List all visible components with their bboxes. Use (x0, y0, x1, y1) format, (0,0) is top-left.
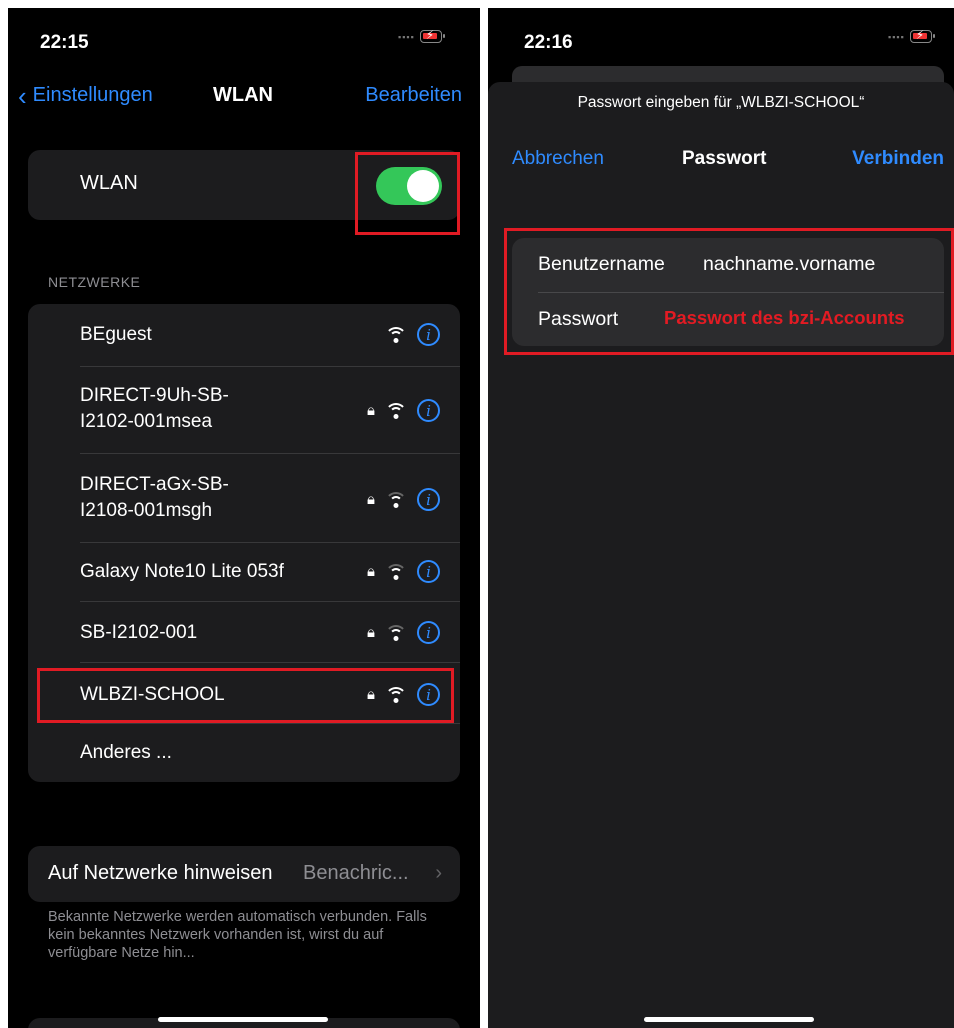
password-annotation: Passwort des bzi-Accounts (664, 307, 905, 328)
wifi-signal-icon (385, 563, 407, 580)
status-time: 22:15 (40, 32, 89, 53)
back-label: Einstellungen (32, 84, 153, 106)
credentials-form: Benutzername nachname.vorname Passwort P… (512, 238, 944, 346)
wifi-signal-icon (385, 326, 407, 343)
battery-icon: ⚡ (419, 28, 445, 43)
lock-icon: 🔒︎ (367, 491, 375, 508)
username-field[interactable]: nachname.vorname (703, 253, 875, 276)
password-label: Passwort (538, 308, 619, 330)
home-indicator[interactable] (158, 1017, 328, 1022)
password-sheet-screen: 22:16 ▪▪▪▪ ⚡ Passwort eingeben für „WLBZ… (488, 8, 954, 1028)
status-time: 22:16 (524, 32, 573, 53)
status-icons: ▪▪▪▪ ⚡ (888, 28, 935, 43)
footnote: Bekannte Netzwerke werden automatisch ve… (48, 909, 427, 961)
info-icon[interactable]: i (417, 323, 440, 346)
chevron-left-icon: ‹ (18, 80, 27, 111)
wifi-signal-icon (385, 624, 407, 641)
other-network-label: Anderes ... (80, 742, 172, 763)
info-icon[interactable]: i (417, 488, 440, 511)
lock-icon: 🔒︎ (367, 563, 375, 580)
wlan-toggle-row: WLAN (28, 150, 460, 220)
wifi-signal-icon (385, 491, 407, 508)
networks-section-header: NETZWERKE (48, 274, 141, 290)
battery-icon: ⚡ (909, 28, 935, 43)
wlan-settings-screen: 22:15 ▪▪▪▪ ⚡ ‹ Einstellungen WLAN Bearbe… (8, 8, 480, 1028)
notify-networks-row[interactable]: Auf Netzwerke hinweisen Benachric... › (28, 846, 460, 902)
home-indicator[interactable] (644, 1017, 814, 1022)
other-network-row[interactable]: Anderes ... (28, 724, 460, 782)
sheet-title: Passwort (682, 148, 767, 169)
page-title: WLAN (213, 84, 273, 106)
network-row-galaxy[interactable]: Galaxy Note10 Lite 053f 🔒︎ i (28, 543, 460, 601)
cancel-button[interactable]: Abbrechen (512, 148, 604, 170)
chevron-right-icon: › (435, 862, 442, 884)
notify-value: Benachric... (303, 862, 409, 884)
network-list: BEguest i DIRECT-9Uh-SB- I2102-001msea 🔒︎… (28, 304, 460, 782)
notify-label: Auf Netzwerke hinweisen (48, 862, 273, 884)
password-sheet (488, 82, 954, 1028)
wlan-toggle[interactable] (376, 167, 442, 205)
cellular-signal-icon: ▪▪▪▪ (398, 31, 415, 42)
status-icons: ▪▪▪▪ ⚡ (398, 28, 445, 43)
lock-icon: 🔒︎ (367, 686, 375, 703)
network-row-direct-9uh[interactable]: DIRECT-9Uh-SB- I2102-001msea 🔒︎ i (28, 367, 460, 453)
info-icon[interactable]: i (417, 399, 440, 422)
info-icon[interactable]: i (417, 560, 440, 583)
username-row[interactable]: Benutzername nachname.vorname (512, 238, 944, 293)
edit-button[interactable]: Bearbeiten (365, 84, 462, 107)
cellular-signal-icon: ▪▪▪▪ (888, 31, 905, 42)
password-prompt: Passwort eingeben für „WLBZI-SCHOOL“ (577, 94, 865, 111)
toggle-knob (407, 170, 439, 202)
info-icon[interactable]: i (417, 621, 440, 644)
network-row-sb-i2102[interactable]: SB-I2102-001 🔒︎ i (28, 602, 460, 662)
network-name: BEguest (80, 324, 152, 345)
network-row-wlbzi-school[interactable]: WLBZI-SCHOOL 🔒︎ i (28, 663, 460, 723)
password-row[interactable]: Passwort Passwort des bzi-Accounts (512, 293, 944, 347)
network-name: DIRECT-9Uh-SB- I2102-001msea (80, 385, 229, 432)
network-name: WLBZI-SCHOOL (80, 684, 225, 705)
username-label: Benutzername (538, 253, 665, 275)
wlan-toggle-label: WLAN (80, 172, 138, 194)
lock-icon: 🔒︎ (367, 624, 375, 641)
network-row-direct-agx[interactable]: DIRECT-aGx-SB- I2108-001msgh 🔒︎ i (28, 454, 460, 542)
lock-icon: 🔒︎ (367, 402, 375, 419)
network-name: SB-I2102-001 (80, 622, 198, 643)
network-row-beguest[interactable]: BEguest i (28, 304, 460, 366)
info-icon[interactable]: i (417, 683, 440, 706)
back-button[interactable]: ‹ Einstellungen (18, 80, 153, 111)
network-name: DIRECT-aGx-SB- I2108-001msgh (80, 474, 229, 521)
wifi-signal-icon (385, 402, 407, 419)
wifi-signal-icon (385, 686, 407, 703)
connect-button[interactable]: Verbinden (852, 148, 944, 170)
network-name: Galaxy Note10 Lite 053f (80, 561, 284, 582)
